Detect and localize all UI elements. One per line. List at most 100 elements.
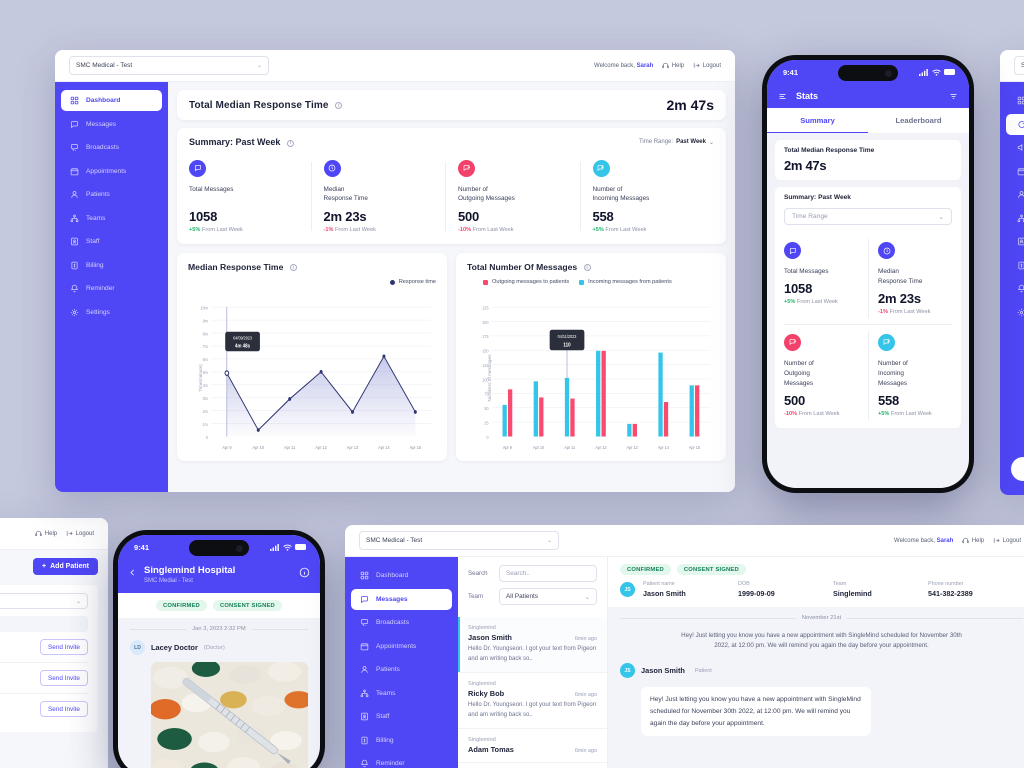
filter-icon[interactable] xyxy=(949,92,958,101)
kpi-outgoing-messages: Number of Outgoing Messages 500 -10% Fro… xyxy=(784,323,868,426)
sidebar-item-appointments[interactable]: Appointments xyxy=(61,161,162,182)
logout-label: Logout xyxy=(75,530,94,537)
help-button[interactable]: Help xyxy=(662,62,684,69)
sidebar-item-staff[interactable]: Staff xyxy=(351,706,452,727)
logout-button[interactable]: Logout xyxy=(66,530,94,537)
sidebar-item-dashboard[interactable]: Dashboard xyxy=(351,565,452,586)
chevron-down-icon: ⌄ xyxy=(256,63,262,69)
send-invite-button[interactable]: Send Invite xyxy=(40,701,88,717)
sidebar-item-billing[interactable] xyxy=(1006,255,1024,276)
sidebar-item-billing[interactable]: Billing xyxy=(351,730,452,751)
send-invite-button[interactable]: Send Invite xyxy=(40,639,88,655)
kpi-delta: +5% From Last Week xyxy=(784,299,862,305)
time-range-select[interactable]: Time Range ⌄ xyxy=(784,208,952,225)
sidebar-item-appointments[interactable] xyxy=(1006,161,1024,182)
info-icon[interactable] xyxy=(299,567,310,578)
sidebar-item-patients[interactable] xyxy=(1006,184,1024,205)
message-bubble: Hey! Just letting you know you have a ne… xyxy=(641,687,871,737)
sidebar-item-messages[interactable] xyxy=(1006,113,1024,135)
logout-button[interactable]: Logout xyxy=(693,62,721,69)
tab-label: Summary xyxy=(800,116,835,125)
message-image xyxy=(151,662,308,768)
divider-line xyxy=(620,617,796,619)
info-icon[interactable]: i xyxy=(583,264,591,271)
add-patient-button[interactable]: + Add Patient xyxy=(33,558,98,575)
info-icon[interactable]: i xyxy=(289,264,297,271)
search-input[interactable]: Search.. xyxy=(499,565,597,582)
help-button[interactable]: Help xyxy=(35,530,57,537)
hamburger-icon[interactable] xyxy=(778,92,787,101)
sidebar-item-patients[interactable]: Patients xyxy=(61,184,162,205)
megaphone-icon xyxy=(361,619,368,626)
list-item[interactable]: Singlemind Ricky Bob 6min ago Hello Dr. … xyxy=(458,673,607,730)
status-time: 9:41 xyxy=(134,542,150,552)
kpi-delta: +5% From Last Week xyxy=(878,411,946,417)
kpi-label: Number of Incoming Messages xyxy=(878,359,908,387)
sidebar-item-label: Messages xyxy=(86,120,117,128)
cellular-icon xyxy=(270,543,279,551)
tab-summary[interactable]: Summary xyxy=(767,108,868,133)
kpi-value: 2m 23s xyxy=(323,208,367,224)
sidebar-item-reminder[interactable] xyxy=(1006,278,1024,299)
tab-leaderboard[interactable]: Leaderboard xyxy=(868,108,969,133)
svg-text:8m: 8m xyxy=(203,330,209,336)
send-invite-button[interactable]: Send Invite xyxy=(40,670,88,686)
sidebar-item-broadcasts[interactable]: Broadcasts xyxy=(351,612,452,633)
team-select[interactable]: All Patients ⌄ xyxy=(499,588,597,605)
sidebar-item-dashboard[interactable] xyxy=(1006,90,1024,111)
logout-button[interactable]: Logout xyxy=(993,537,1021,544)
chevron-left-icon[interactable] xyxy=(128,568,137,577)
user-name[interactable]: Sarah xyxy=(637,63,654,69)
sidebar-item-staff[interactable] xyxy=(1006,231,1024,252)
sidebar-item-dashboard[interactable]: Dashboard xyxy=(61,90,162,111)
field-label: Phone number xyxy=(928,581,964,587)
sidebar-item-patients[interactable]: Patients xyxy=(351,659,452,680)
org-selector[interactable]: SMC Medical - Test ⌄ xyxy=(69,56,269,75)
sidebar-item-staff[interactable]: Staff xyxy=(61,231,162,252)
svg-text:Apr 11: Apr 11 xyxy=(284,444,296,450)
time-range-selector[interactable]: Time Range: Past Week ⌄ xyxy=(639,139,714,146)
grid-icon xyxy=(360,571,369,580)
sidebar-item-reminder[interactable]: Reminder xyxy=(351,753,452,768)
phone-summary-title: Summary: Past Week xyxy=(784,194,851,201)
hospital-name: Singlemind Hospital xyxy=(144,565,236,576)
headset-icon xyxy=(962,537,970,544)
kpi-value: 558 xyxy=(592,208,614,224)
sidebar-item-broadcasts[interactable] xyxy=(1006,137,1024,158)
sidebar-item-settings[interactable]: Settings xyxy=(61,302,162,323)
phone-hero-value: 2m 47s xyxy=(784,158,827,173)
status-time: 9:41 xyxy=(783,67,799,77)
patients-filter-select[interactable]: ⌄ xyxy=(0,593,88,609)
org-selector[interactable]: SMC Medical - Test ⌄ xyxy=(359,531,559,550)
sidebar-item-billing[interactable]: Billing xyxy=(61,255,162,276)
org-selector[interactable]: S xyxy=(1014,56,1024,75)
sidebar-item-messages[interactable]: Messages xyxy=(351,588,452,610)
sidebar-item-settings[interactable] xyxy=(1006,302,1024,323)
sidebar-item-teams[interactable]: Teams xyxy=(61,208,162,229)
sidebar-item-teams[interactable] xyxy=(1006,208,1024,229)
status-bar: 9:41 xyxy=(118,535,320,559)
avatar[interactable] xyxy=(1011,457,1024,481)
sidebar-item-reminder[interactable]: Reminder xyxy=(61,278,162,299)
chevron-down-icon: ⌄ xyxy=(75,598,81,605)
sidebar-item-label: Messages xyxy=(376,595,408,603)
sidebar-item-messages[interactable]: Messages xyxy=(61,114,162,135)
help-button[interactable]: Help xyxy=(962,537,984,544)
patient-field: DOB 1999-09-09 xyxy=(738,581,833,598)
svg-text:50: 50 xyxy=(484,405,489,411)
thread-list-panel: Search Search.. Team All Patients ⌄ Sing… xyxy=(458,557,608,768)
sidebar-item-broadcasts[interactable]: Broadcasts xyxy=(61,137,162,158)
sidebar-item-teams[interactable]: Teams xyxy=(351,683,452,704)
right-topbar: S xyxy=(1000,50,1024,82)
list-item[interactable]: Singlemind Jason Smith 6min ago Hello Dr… xyxy=(458,617,607,674)
kpi-delta-value: +5% xyxy=(784,298,796,305)
sidebar xyxy=(1000,82,1024,495)
user-name[interactable]: Sarah xyxy=(937,538,954,544)
grid-icon xyxy=(70,96,79,105)
info-icon[interactable]: i xyxy=(335,102,343,109)
list-item[interactable]: Singlemind Adam Tomas 6min ago xyxy=(458,729,607,764)
sidebar-item-appointments[interactable]: Appointments xyxy=(351,636,452,657)
info-icon[interactable]: i xyxy=(286,139,294,147)
kpi-delta-value: +5% xyxy=(592,226,604,233)
thread-filters: Search Search.. Team All Patients ⌄ xyxy=(458,557,607,617)
